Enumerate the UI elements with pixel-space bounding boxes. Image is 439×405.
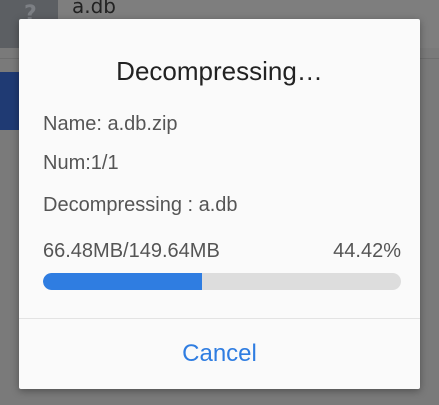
archive-name-label: Name: a.db.zip [43,113,178,135]
cancel-button[interactable]: Cancel [19,319,420,389]
progress-percent-label: 44.42% [333,240,401,262]
progress-bar [43,273,401,290]
current-file-label: Decompressing : a.db [43,194,238,216]
decompress-dialog: Decompressing… Name: a.db.zip Num:1/1 De… [19,19,420,389]
progress-size-label: 66.48MB/149.64MB [43,240,220,262]
dialog-title: Decompressing… [116,56,323,86]
background-file-name: a.db [72,0,117,18]
progress-bar-fill [43,273,203,290]
background-folder-icon [0,72,20,130]
file-count-label: Num:1/1 [43,152,119,174]
